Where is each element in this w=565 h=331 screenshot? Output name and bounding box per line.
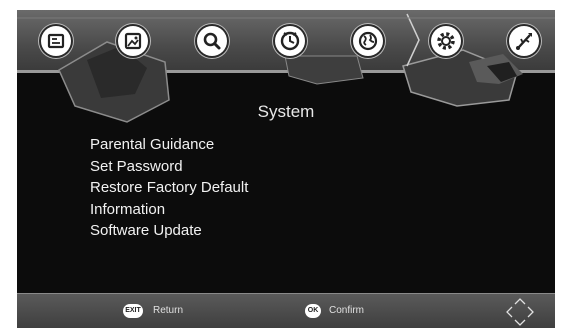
menu-item-software-update[interactable]: Software Update xyxy=(90,220,248,242)
menu-item-parental-guidance[interactable]: Parental Guidance xyxy=(90,134,248,156)
navigation-arrows-icon xyxy=(506,298,534,326)
search-icon[interactable] xyxy=(197,26,227,56)
usb-icon[interactable] xyxy=(509,26,539,56)
tv-menu-screen: System Parental Guidance Set Password Re… xyxy=(17,10,555,328)
return-hint: Return xyxy=(153,305,184,316)
menu-item-restore-factory-default[interactable]: Restore Factory Default xyxy=(90,177,248,199)
language-globe-icon[interactable] xyxy=(353,26,383,56)
gear-icon[interactable] xyxy=(431,26,461,56)
confirm-hint: Confirm xyxy=(329,305,365,316)
ok-key-icon: OK xyxy=(305,304,321,318)
menu-item-information[interactable]: Information xyxy=(90,199,248,221)
page-title: System xyxy=(257,102,315,121)
menu-item-set-password[interactable]: Set Password xyxy=(90,156,248,178)
clock-icon[interactable] xyxy=(275,26,305,56)
footer-hint-bar: EXIT Return OK Confirm xyxy=(17,293,555,328)
picture-icon[interactable] xyxy=(118,26,148,56)
tv-channel-icon[interactable] xyxy=(41,26,71,56)
exit-key-icon: EXIT xyxy=(123,304,143,318)
system-menu-list: Parental Guidance Set Password Restore F… xyxy=(90,134,248,242)
